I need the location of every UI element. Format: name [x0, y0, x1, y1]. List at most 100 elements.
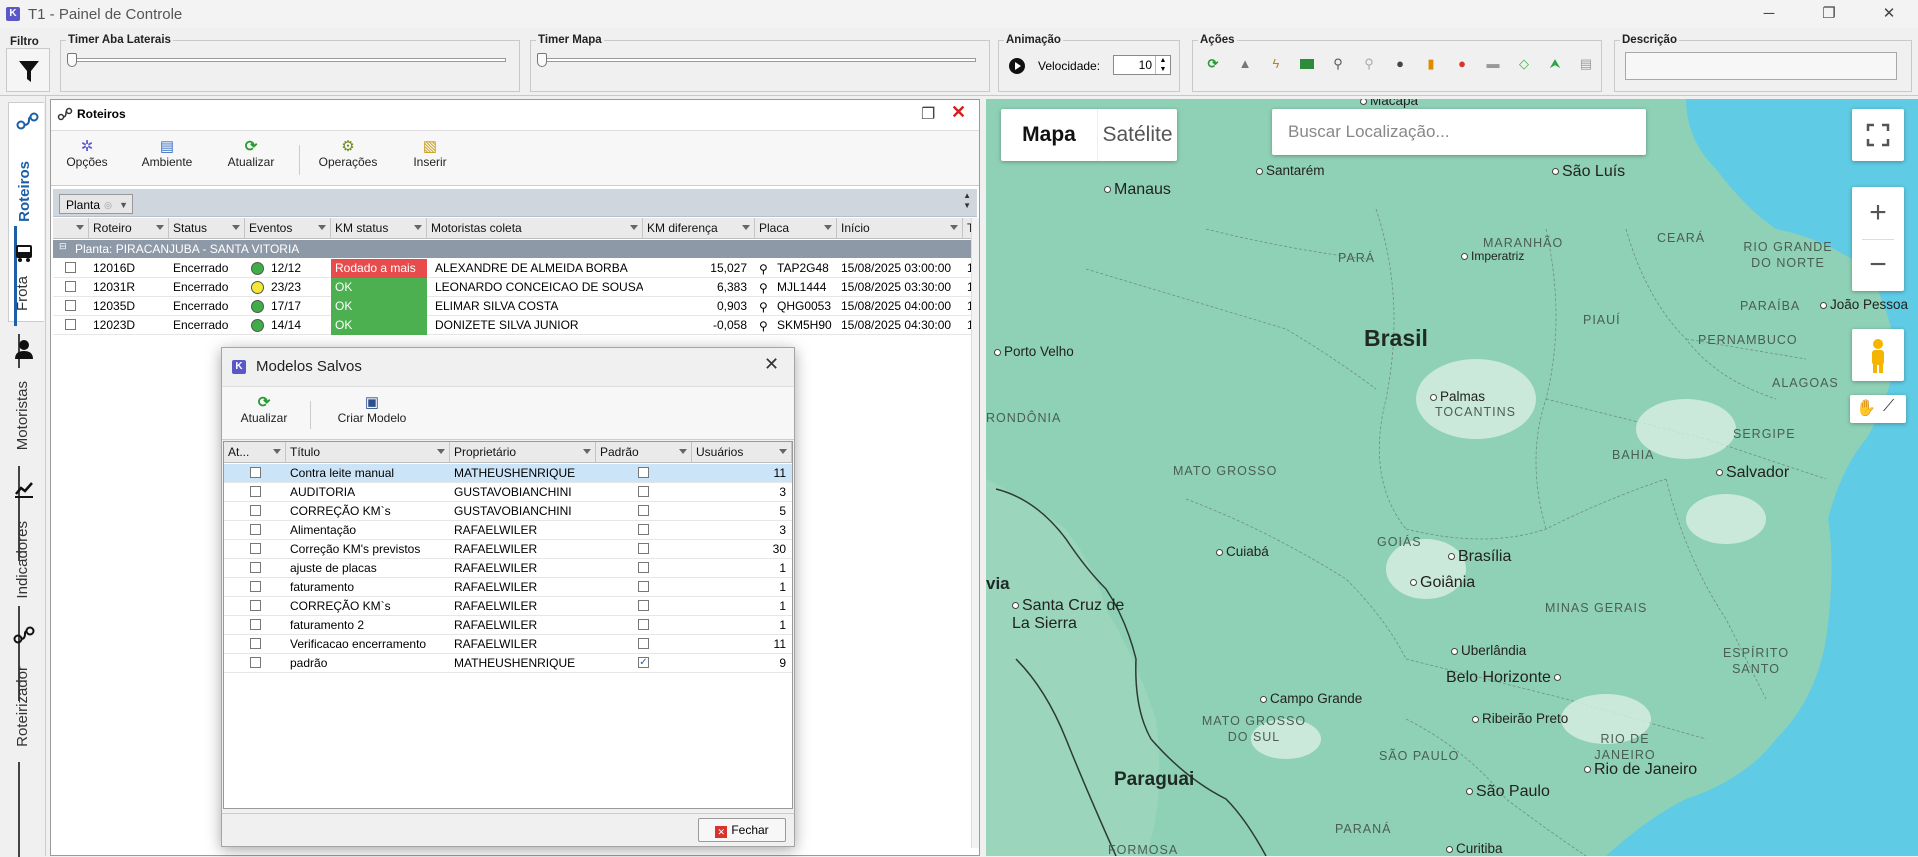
truck-green-icon[interactable]	[1298, 55, 1316, 73]
sidebar-item-indicadores[interactable]: Indicadores	[14, 521, 31, 599]
route-planner-icon[interactable]	[13, 624, 35, 646]
column-header-eventos[interactable]: Eventos	[245, 218, 331, 238]
padrao-checkbox[interactable]	[638, 524, 649, 535]
search-icon[interactable]: ⚲	[759, 279, 768, 297]
close-panel-icon[interactable]: ✕	[951, 102, 966, 123]
atualizar-button[interactable]: ⟳ Atualizar	[221, 137, 281, 169]
vertical-scrollbar[interactable]	[971, 218, 979, 848]
padrao-checkbox[interactable]	[638, 619, 649, 630]
column-header-status[interactable]: Status	[169, 218, 245, 238]
truck-gray-icon[interactable]: ▬	[1484, 55, 1502, 73]
ativo-checkbox[interactable]	[250, 486, 261, 497]
tab-mapa[interactable]: Mapa	[1001, 109, 1097, 161]
ativo-checkbox[interactable]	[250, 657, 261, 668]
column-header-padrao[interactable]: Padrão	[596, 442, 692, 462]
row-checkbox[interactable]	[65, 281, 76, 292]
padrao-checkbox[interactable]	[638, 600, 649, 611]
list-item[interactable]: CORREÇÃO KM`s GUSTAVOBIANCHINI 5	[224, 502, 792, 521]
row-checkbox[interactable]	[65, 319, 76, 330]
ativo-checkbox[interactable]	[250, 562, 261, 573]
maximize-panel-icon[interactable]: ❐	[921, 104, 935, 124]
list-item[interactable]: CORREÇÃO KM`s RAFAELWILER 1	[224, 597, 792, 616]
fullscreen-button[interactable]	[1852, 109, 1904, 161]
table-row[interactable]: 12031R Encerrado 23/23 OK LEONARDO CONCEICAO…	[53, 278, 973, 297]
column-header-usuarios[interactable]: Usuários	[692, 442, 792, 462]
ativo-checkbox[interactable]	[250, 638, 261, 649]
descricao-field[interactable]	[1625, 52, 1897, 80]
close-dialog-icon[interactable]: ✕	[764, 354, 779, 375]
driver-icon[interactable]	[13, 338, 35, 360]
route-icon[interactable]: ⚲	[1329, 55, 1347, 73]
ativo-checkbox[interactable]	[250, 600, 261, 611]
timer-laterais-slider[interactable]	[72, 58, 506, 62]
inserir-button[interactable]: ▧ Inserir	[405, 137, 455, 169]
map-view[interactable]: Mapa Satélite Buscar Localização... + − …	[986, 99, 1918, 856]
column-header-km-diferenca[interactable]: KM diferença	[643, 218, 755, 238]
scroll-arrows-icon[interactable]: ▲ ▼	[963, 191, 971, 211]
padrao-checkbox[interactable]	[638, 562, 649, 573]
filter-icon[interactable]: ▼	[119, 195, 128, 215]
ativo-checkbox[interactable]	[250, 505, 261, 516]
table-row[interactable]: 12035D Encerrado 17/17 OK ELIMAR SILVA COSTA…	[53, 297, 973, 316]
column-header-inicio[interactable]: Início	[837, 218, 963, 238]
padrao-checkbox[interactable]	[638, 581, 649, 592]
street-view-button[interactable]	[1852, 329, 1904, 381]
padrao-checkbox[interactable]	[638, 486, 649, 497]
column-header-motoristas[interactable]: Motoristas coleta	[427, 218, 643, 238]
fuel-pump-icon[interactable]: ▮	[1422, 55, 1440, 73]
list-item[interactable]: Alimentação RAFAELWILER 3	[224, 521, 792, 540]
close-window-button[interactable]: ✕	[1866, 0, 1912, 28]
operacoes-button[interactable]: ⚙ Operações	[313, 137, 383, 169]
arrow-up-icon[interactable]: ⮝	[1546, 55, 1564, 73]
printer-icon[interactable]: ▤	[1577, 55, 1595, 73]
sidebar-item-motoristas[interactable]: Motoristas	[14, 381, 31, 450]
ativo-checkbox[interactable]	[250, 524, 261, 535]
ativo-checkbox[interactable]	[250, 543, 261, 554]
filter-button[interactable]	[6, 48, 50, 92]
table-row[interactable]: 12023D Encerrado 14/14 OK DONIZETE SILVA JUN…	[53, 316, 973, 335]
drop-icon[interactable]: ●	[1391, 55, 1409, 73]
group-row[interactable]: ⊟ Planta: PIRACANJUBA - SANTA VITORIA	[53, 240, 977, 258]
search-icon[interactable]: ⚲	[759, 317, 768, 335]
criar-modelo-button[interactable]: ▣ Criar Modelo	[330, 393, 414, 425]
padrao-checkbox[interactable]	[638, 638, 649, 649]
timer-laterais-thumb[interactable]	[67, 53, 77, 67]
list-item[interactable]: padrão MATHEUSHENRIQUE ✓ 9	[224, 654, 792, 673]
group-chip-planta[interactable]: Planta ◎ ▼	[59, 194, 133, 214]
list-item[interactable]: AUDITORIA GUSTAVOBIANCHINI 3	[224, 483, 792, 502]
table-row[interactable]: 12016D Encerrado 12/12 Rodado a mais ALEXAND…	[53, 259, 973, 278]
padrao-checkbox[interactable]	[638, 543, 649, 554]
fechar-button[interactable]: ✕ Fechar	[698, 818, 786, 842]
column-header-proprietario[interactable]: Proprietário	[450, 442, 596, 462]
list-item[interactable]: Contra leite manual MATHEUSHENRIQUE 11	[224, 464, 792, 483]
list-item[interactable]: Verificacao encerramento RAFAELWILER 11	[224, 635, 792, 654]
warning-triangle-icon[interactable]: ▲	[1236, 55, 1254, 73]
padrao-checkbox[interactable]	[638, 505, 649, 516]
padrao-checkbox[interactable]	[638, 467, 649, 478]
padrao-checkbox[interactable]: ✓	[638, 657, 649, 668]
route-gray-icon[interactable]: ⚲	[1360, 55, 1378, 73]
ambiente-button[interactable]: ▤ Ambiente	[137, 137, 197, 169]
timer-mapa-slider[interactable]	[542, 58, 976, 62]
sidebar-item-frota[interactable]: Frota	[14, 276, 31, 311]
collapse-icon[interactable]: ⊟	[59, 241, 69, 251]
polyline-icon[interactable]: ⟋	[1883, 398, 1894, 416]
ativo-checkbox[interactable]	[250, 581, 261, 592]
spinner-arrows-icon[interactable]: ▲ ▼	[1155, 56, 1170, 74]
zoom-in-button[interactable]: +	[1852, 187, 1904, 239]
alert-red-icon[interactable]: ●	[1453, 55, 1471, 73]
lightning-icon[interactable]: ϟ	[1267, 55, 1285, 73]
ativo-checkbox[interactable]	[250, 467, 261, 478]
row-checkbox[interactable]	[65, 300, 76, 311]
row-checkbox[interactable]	[65, 262, 76, 273]
chart-icon[interactable]	[13, 478, 35, 500]
list-item[interactable]: Correção KM's previstos RAFAELWILER 30	[224, 540, 792, 559]
tab-satelite[interactable]: Satélite	[1097, 109, 1177, 161]
restore-button[interactable]: ❐	[1806, 0, 1852, 28]
dialog-atualizar-button[interactable]: ⟳ Atualizar	[234, 393, 294, 425]
refresh-icon[interactable]: ⟳	[1204, 55, 1222, 73]
sidebar-item-roteirizador[interactable]: Roteirizador	[14, 666, 31, 747]
list-item[interactable]: ajuste de placas RAFAELWILER 1	[224, 559, 792, 578]
list-item[interactable]: faturamento 2 RAFAELWILER 1	[224, 616, 792, 635]
column-header-km-status[interactable]: KM status	[331, 218, 427, 238]
